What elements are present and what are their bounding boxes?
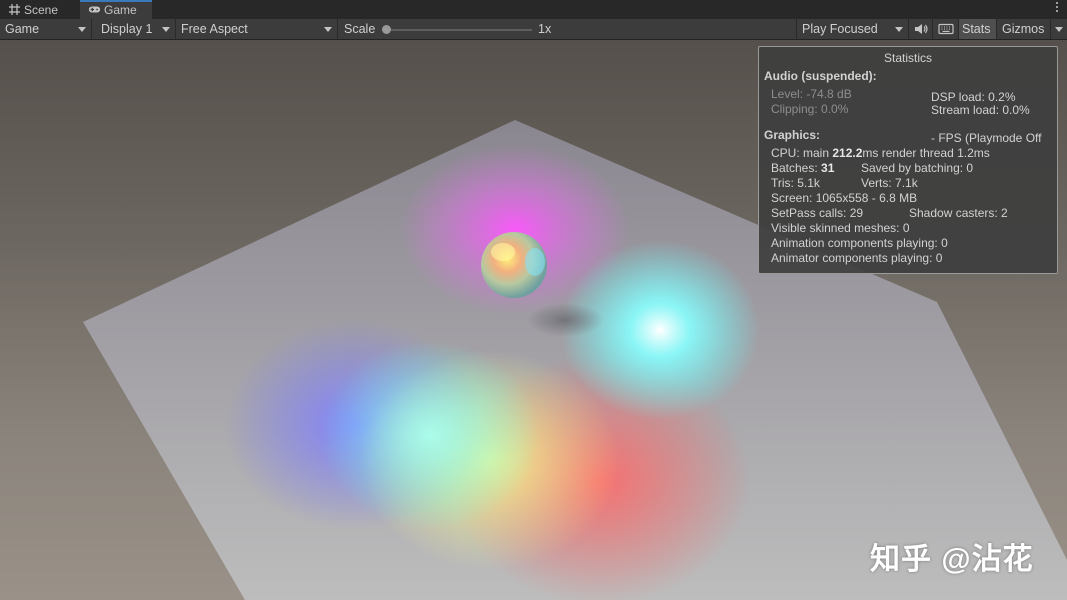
- watermark: 知乎 @沾花: [870, 543, 1034, 576]
- keyboard-shortcuts-button[interactable]: [932, 19, 958, 39]
- tab-scene[interactable]: Scene: [0, 0, 80, 19]
- gamepad-icon: [88, 6, 101, 13]
- scale-slider-handle[interactable]: [382, 25, 391, 34]
- more-options-icon[interactable]: [1055, 2, 1059, 16]
- chevron-down-icon: [162, 27, 170, 32]
- scale-label: Scale: [344, 22, 376, 36]
- scale-value: 1x: [538, 22, 552, 36]
- aspect-label: Free Aspect: [181, 22, 248, 36]
- view-mode-dropdown[interactable]: Game: [0, 19, 92, 39]
- gizmos-dropdown[interactable]: [1050, 19, 1067, 39]
- visible-skinned-meshes: Visible skinned meshes: 0: [771, 221, 910, 235]
- scale-slider-track[interactable]: [386, 29, 532, 31]
- verts: Verts: 7.1k: [861, 176, 918, 190]
- chevron-down-icon: [324, 27, 332, 32]
- dsp-load: DSP load: 0.2%: [931, 90, 1016, 104]
- stats-label: Stats: [962, 22, 991, 36]
- play-mode-dropdown[interactable]: Play Focused: [796, 19, 908, 39]
- tab-bar: Scene Game: [0, 0, 1067, 19]
- audio-header: Audio (suspended):: [764, 69, 877, 83]
- tab-game-label: Game: [104, 3, 137, 17]
- tab-game[interactable]: Game: [80, 0, 152, 19]
- view-mode-label: Game: [5, 22, 40, 36]
- aspect-dropdown[interactable]: Free Aspect: [176, 19, 338, 39]
- setpass-calls: SetPass calls: 29: [771, 206, 864, 220]
- animation-components: Animation components playing: 0: [771, 236, 948, 250]
- tab-scene-label: Scene: [24, 3, 59, 17]
- stats-toggle[interactable]: Stats: [958, 19, 996, 39]
- chevron-down-icon: [895, 27, 903, 32]
- stats-title: Statistics: [883, 51, 932, 65]
- graphics-header: Graphics:: [764, 128, 821, 142]
- shadow-casters: Shadow casters: 2: [909, 206, 1008, 220]
- saved-by-batching: Saved by batching: 0: [861, 161, 974, 175]
- chevron-down-icon: [1055, 27, 1063, 32]
- play-mode-label: Play Focused: [802, 22, 878, 36]
- statistics-panel: Statistics Audio (suspended): Level: -74…: [758, 46, 1058, 274]
- sphere-shadow: [527, 303, 603, 337]
- grid-icon: [9, 4, 20, 15]
- animator-components: Animator components playing: 0: [771, 251, 943, 265]
- keyboard-icon: [938, 23, 954, 35]
- audio-clipping: Clipping: 0.0%: [771, 102, 849, 116]
- display-label: Display 1: [101, 22, 153, 36]
- gizmos-label: Gizmos: [1002, 22, 1045, 36]
- chevron-down-icon: [78, 27, 86, 32]
- batches: Batches: 31: [771, 161, 835, 175]
- cpu-stats: CPU: main 212.2ms render thread 1.2ms: [771, 146, 990, 160]
- cyan-light-center: [320, 340, 540, 530]
- display-dropdown[interactable]: Display 1: [96, 19, 176, 39]
- tris: Tris: 5.1k: [771, 176, 820, 190]
- stream-load: Stream load: 0.0%: [931, 103, 1030, 117]
- audio-level: Level: -74.8 dB: [771, 87, 852, 101]
- game-toolbar: Game Display 1 Free Aspect Scale 1x Play…: [0, 19, 1067, 40]
- gizmos-toggle[interactable]: Gizmos: [996, 19, 1050, 39]
- mute-audio-button[interactable]: [908, 19, 932, 39]
- fps: - FPS (Playmode Off: [931, 131, 1042, 145]
- speaker-icon: [915, 24, 928, 34]
- screen: Screen: 1065x558 - 6.8 MB: [771, 191, 918, 205]
